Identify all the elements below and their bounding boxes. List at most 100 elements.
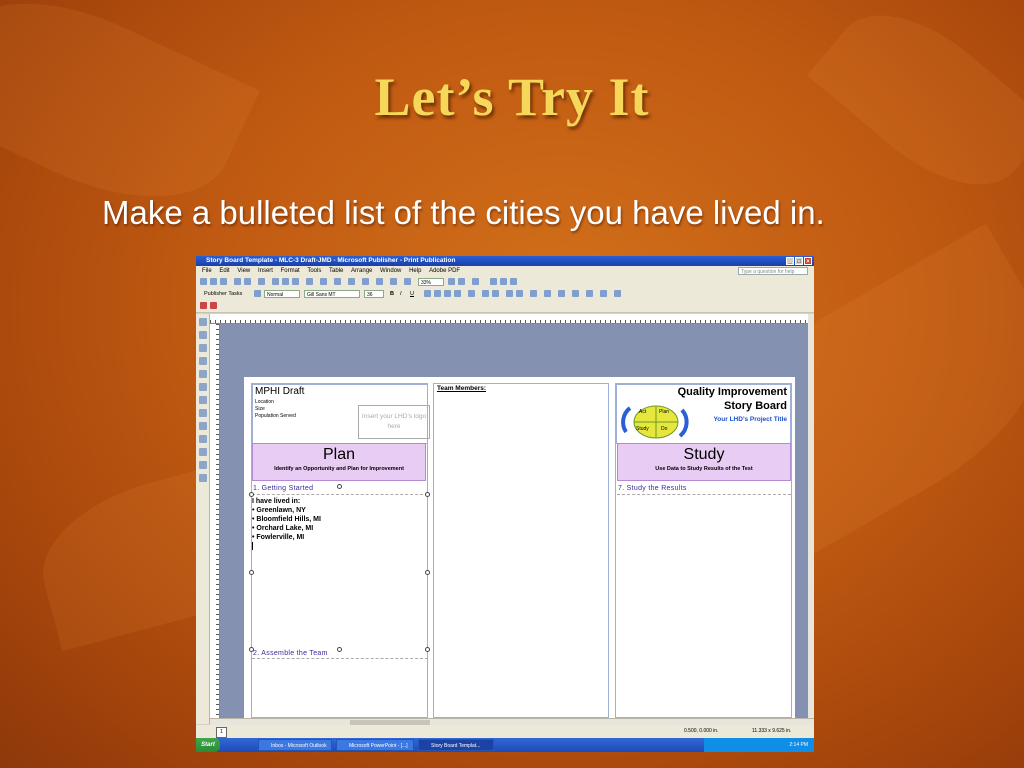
- window-title: Story Board Template - MLC-3 Draft-JMD -…: [206, 257, 456, 264]
- oval-icon[interactable]: [198, 409, 207, 417]
- convert-pdf-icon[interactable]: [200, 302, 207, 309]
- select-icon[interactable]: [198, 318, 207, 326]
- line-icon[interactable]: [198, 383, 207, 391]
- print-icon[interactable]: [234, 278, 241, 285]
- italic-button[interactable]: I: [400, 288, 402, 300]
- align-right-icon[interactable]: [444, 290, 451, 297]
- menu-arrange[interactable]: Arrange: [351, 266, 372, 276]
- align-left-icon[interactable]: [424, 290, 431, 297]
- copy-icon[interactable]: [282, 278, 289, 285]
- decrease-indent-icon[interactable]: [506, 290, 513, 297]
- vertical-ruler[interactable]: [210, 324, 220, 718]
- header-cell: MPHI Draft Location Size Population Serv…: [252, 384, 430, 444]
- menu-file[interactable]: File: [202, 266, 212, 276]
- start-button[interactable]: Start: [196, 738, 220, 752]
- vertical-scrollbar[interactable]: [808, 314, 814, 718]
- publisher-tasks-button[interactable]: Publisher Tasks: [204, 288, 242, 300]
- zoom-out-icon[interactable]: [448, 278, 455, 285]
- menu-adobe-pdf[interactable]: Adobe PDF: [429, 266, 460, 276]
- insert-form-icon[interactable]: [198, 474, 207, 482]
- spelling-icon[interactable]: [258, 278, 265, 285]
- menu-view[interactable]: View: [237, 266, 250, 276]
- new-icon[interactable]: [200, 278, 207, 285]
- resize-handle[interactable]: [425, 647, 430, 652]
- pdf-email-icon[interactable]: [210, 302, 217, 309]
- save-icon[interactable]: [220, 278, 227, 285]
- hot-spot-icon[interactable]: [198, 448, 207, 456]
- menu-help[interactable]: Help: [409, 266, 421, 276]
- zoom-select[interactable]: 33%: [418, 278, 444, 286]
- resize-handle[interactable]: [337, 484, 342, 489]
- maximize-button[interactable]: □: [795, 257, 803, 265]
- help-search-input[interactable]: Type a question for help: [738, 267, 808, 275]
- insert-picture-icon[interactable]: [362, 278, 369, 285]
- taskbar-powerpoint[interactable]: Microsoft PowerPoint - [...]: [336, 739, 414, 751]
- paragraph-marks-icon[interactable]: [404, 278, 411, 285]
- resize-handle[interactable]: [425, 492, 430, 497]
- menu-tools[interactable]: Tools: [307, 266, 321, 276]
- undo-icon[interactable]: [320, 278, 327, 285]
- print-preview-icon[interactable]: [244, 278, 251, 285]
- resize-handle[interactable]: [249, 492, 254, 497]
- horizontal-ruler[interactable]: [210, 314, 810, 324]
- design-gallery-icon[interactable]: [198, 461, 207, 469]
- taskbar-outlook[interactable]: Inbox - Microsoft Outlook: [258, 739, 332, 751]
- hyperlink-icon[interactable]: [376, 278, 383, 285]
- font-select[interactable]: Gill Sans MT: [304, 290, 360, 298]
- logo-placeholder[interactable]: Insert your LHD’s logo here: [358, 405, 430, 439]
- page-navigator[interactable]: 1: [216, 727, 227, 738]
- arrow-icon[interactable]: [198, 396, 207, 404]
- underline-button[interactable]: U: [410, 288, 414, 300]
- bold-button[interactable]: B: [390, 288, 394, 300]
- resize-handle[interactable]: [337, 647, 342, 652]
- font-size-select[interactable]: 36: [364, 290, 384, 298]
- shadow-icon[interactable]: [600, 290, 607, 297]
- format-painter-icon[interactable]: [306, 278, 313, 285]
- insert-table-icon[interactable]: [198, 344, 207, 352]
- increase-indent-icon[interactable]: [516, 290, 523, 297]
- columns-icon[interactable]: [390, 278, 397, 285]
- taskbar-publisher[interactable]: Story Board Templat...: [418, 739, 494, 751]
- font-color-icon[interactable]: [558, 290, 565, 297]
- style-select[interactable]: Normal: [264, 290, 300, 298]
- menu-insert[interactable]: Insert: [258, 266, 273, 276]
- pdf-icon[interactable]: [490, 278, 497, 285]
- zoom-in-icon[interactable]: [458, 278, 465, 285]
- line-spacing-icon[interactable]: [468, 290, 475, 297]
- redo-icon[interactable]: [334, 278, 341, 285]
- minimize-button[interactable]: _: [786, 257, 794, 265]
- menu-window[interactable]: Window: [380, 266, 401, 276]
- resize-handle[interactable]: [249, 570, 254, 575]
- menu-table[interactable]: Table: [329, 266, 343, 276]
- cut-icon[interactable]: [272, 278, 279, 285]
- clock[interactable]: 2:14 PM: [789, 742, 808, 748]
- menu-edit[interactable]: Edit: [219, 266, 229, 276]
- cycle-plan: Plan: [659, 409, 670, 415]
- 3d-style-icon[interactable]: [614, 290, 621, 297]
- numbering-icon[interactable]: [482, 290, 489, 297]
- pdf-email-icon[interactable]: [500, 278, 507, 285]
- align-center-icon[interactable]: [434, 290, 441, 297]
- open-icon[interactable]: [210, 278, 217, 285]
- line-style-icon[interactable]: [572, 290, 579, 297]
- justify-icon[interactable]: [454, 290, 461, 297]
- wordart-icon[interactable]: [198, 357, 207, 365]
- resize-handle[interactable]: [425, 570, 430, 575]
- line-color-icon[interactable]: [544, 290, 551, 297]
- body-line: I have lived in:: [252, 498, 301, 505]
- picture-frame-icon[interactable]: [198, 370, 207, 378]
- dash-style-icon[interactable]: [586, 290, 593, 297]
- rectangle-icon[interactable]: [198, 422, 207, 430]
- autoshapes-icon[interactable]: [198, 435, 207, 443]
- menu-format[interactable]: Format: [281, 266, 300, 276]
- cities-text-box[interactable]: I have lived in: • Greenlawn, NY • Bloom…: [252, 497, 321, 550]
- paste-icon[interactable]: [292, 278, 299, 285]
- close-button[interactable]: ×: [804, 257, 812, 265]
- fill-color-icon[interactable]: [530, 290, 537, 297]
- insert-table-icon[interactable]: [348, 278, 355, 285]
- pdf-review-icon[interactable]: [510, 278, 517, 285]
- bullets-icon[interactable]: [492, 290, 499, 297]
- section-study-results: 7. Study the Results: [618, 485, 687, 492]
- text-box-icon[interactable]: [198, 331, 207, 339]
- help-icon[interactable]: [472, 278, 479, 285]
